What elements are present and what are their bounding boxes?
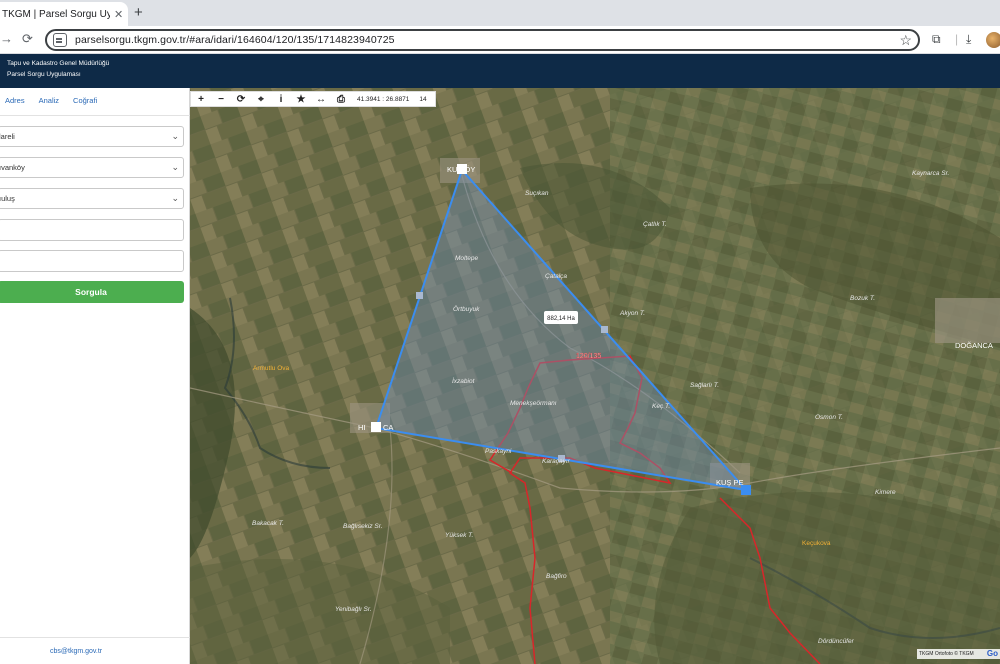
polygon-midpoint-handle[interactable] [601,326,608,333]
place-label: Bozuk T. [850,295,875,302]
panel-tabs: Adres Analiz Coğrafi [5,96,97,105]
print-icon[interactable]: ⎙ [331,94,351,105]
place-label: Akyon T. [619,310,645,317]
place-label: Bakacak T. [252,520,284,527]
place-label: Suçıkan [525,190,549,197]
chevron-down-icon: ⌄ [171,162,179,172]
neighborhood-select-value: ıuluş [0,194,15,203]
close-icon[interactable]: ✕ [114,8,123,21]
avatar[interactable] [986,32,1000,48]
tab-analiz[interactable]: Analiz [39,96,59,105]
zoom-level: 14 [419,95,427,103]
province-select[interactable]: lareli ⌄ [0,126,184,147]
place-label: DOĞANCA [955,341,993,350]
place-label: Çatlık T. [643,221,667,228]
place-label: Dördüncüfer [818,638,855,645]
place-label: Yüksek T. [445,532,473,539]
place-label: Keç T. [652,403,670,410]
polygon-vertex[interactable] [371,422,381,432]
tab-title: TKGM | Parsel Sorgu Uygulam [2,8,110,20]
place-label: HI [358,423,366,432]
site-settings-icon[interactable] [53,33,67,47]
place-label: İxzabiot [452,377,476,385]
place-label: Örtbuyuk [453,305,480,313]
area-label: 882,14 Ha [547,316,575,322]
place-label: Osmon T. [815,414,843,421]
query-panel: Adres Analiz Coğrafi lareli ⌄ ıvanköy ⌄ … [0,88,190,664]
org-name: Tapu ve Kadastro Genel Müdürlüğü [7,60,110,67]
parcel-label: 120/135 [576,353,601,360]
map-attribution: TKGM Ortofoto © TKGM Go [917,649,1000,659]
place-label: Kimere [875,489,896,496]
place-label: Moltepe [455,255,479,262]
new-tab-button[interactable]: + [134,4,143,21]
coordinate-readout: 41.3941 : 26.8871 [357,95,410,103]
tab-adres[interactable]: Adres [5,96,25,105]
district-select[interactable]: ıvanköy ⌄ [0,157,184,178]
place-label: Kaynarca Sr. [912,170,950,177]
place-label: Sağlarlı T. [690,382,719,389]
browser-tab[interactable]: TKGM | Parsel Sorgu Uygulam ✕ [0,2,128,26]
parcel-number-input[interactable] [0,250,184,272]
district-select-value: ıvanköy [0,163,25,172]
address-bar[interactable]: parselsorgu.tkgm.gov.tr/#ara/idari/16460… [45,29,920,51]
place-label: Armutlu Ova [253,365,290,372]
map-view[interactable]: 882,14 Ha 120/135 KU KÖY HI CA KUŞ PE DO… [190,88,1000,664]
block-number-input[interactable] [0,219,184,241]
forward-icon[interactable]: → [0,31,13,46]
refresh-icon[interactable]: ⟳ [231,94,251,105]
info-icon[interactable]: i [271,94,291,105]
place-label: Çatalça [545,273,567,280]
settlement [935,298,1000,343]
measure-icon[interactable]: ↔ [311,94,331,105]
place-label: Yenibağlı Sr. [335,606,372,613]
google-logo: Go [986,649,998,658]
place-label: CA [383,423,393,432]
place-label: Karaçayır [542,458,571,465]
browser-toolbar: → ⟳ parselsorgu.tkgm.gov.tr/#ara/idari/1… [0,26,1000,54]
place-label: Bağfiro [546,573,567,580]
place-label: KU KÖY [447,165,475,174]
place-label: Bağlısekiz Sr. [343,523,383,530]
place-label: Menekşeörmanı [510,400,557,407]
place-label: KUŞ PE [716,478,744,487]
zoom-out-icon[interactable]: − [211,94,231,105]
reload-icon[interactable]: ⟳ [22,31,33,47]
polygon-midpoint-handle[interactable] [416,292,423,299]
map-toolbar: + − ⟳ ⌖ i ★ ↔ ⎙ 41.3941 : 26.8871 14 [190,91,436,107]
divider [0,637,190,638]
url-text[interactable]: parselsorgu.tkgm.gov.tr/#ara/idari/16460… [75,34,395,46]
chevron-down-icon: ⌄ [171,131,179,141]
zoom-in-icon[interactable]: + [191,94,211,105]
divider: | [955,32,959,46]
site-header: Tapu ve Kadastro Genel Müdürlüğü Parsel … [0,54,1000,88]
browser-tab-bar: TKGM | Parsel Sorgu Uygulam ✕ + [0,0,1000,26]
extensions-icon[interactable]: ⧉ [932,32,941,47]
place-label: Paskayni [485,448,512,455]
download-icon[interactable]: ⤓ [966,32,971,47]
app-name: Parsel Sorgu Uygulaması [7,71,81,78]
contact-email-link[interactable]: cbs@tkgm.gov.tr [50,648,102,655]
satellite-map[interactable]: 882,14 Ha 120/135 KU KÖY HI CA KUŞ PE DO… [190,88,1000,664]
divider [0,115,190,116]
tab-cografi[interactable]: Coğrafi [73,96,97,105]
bookmark-star-icon[interactable]: ☆ [899,32,912,49]
neighborhood-select[interactable]: ıuluş ⌄ [0,188,184,209]
place-label: Keçukova [802,540,831,547]
attribution-text: TKGM Ortofoto © TKGM [919,651,974,657]
query-button[interactable]: Sorgula [0,281,184,303]
bookmark-icon[interactable]: ★ [291,94,311,105]
province-select-value: lareli [0,132,15,141]
chevron-down-icon: ⌄ [171,193,179,203]
locate-icon[interactable]: ⌖ [251,94,271,105]
